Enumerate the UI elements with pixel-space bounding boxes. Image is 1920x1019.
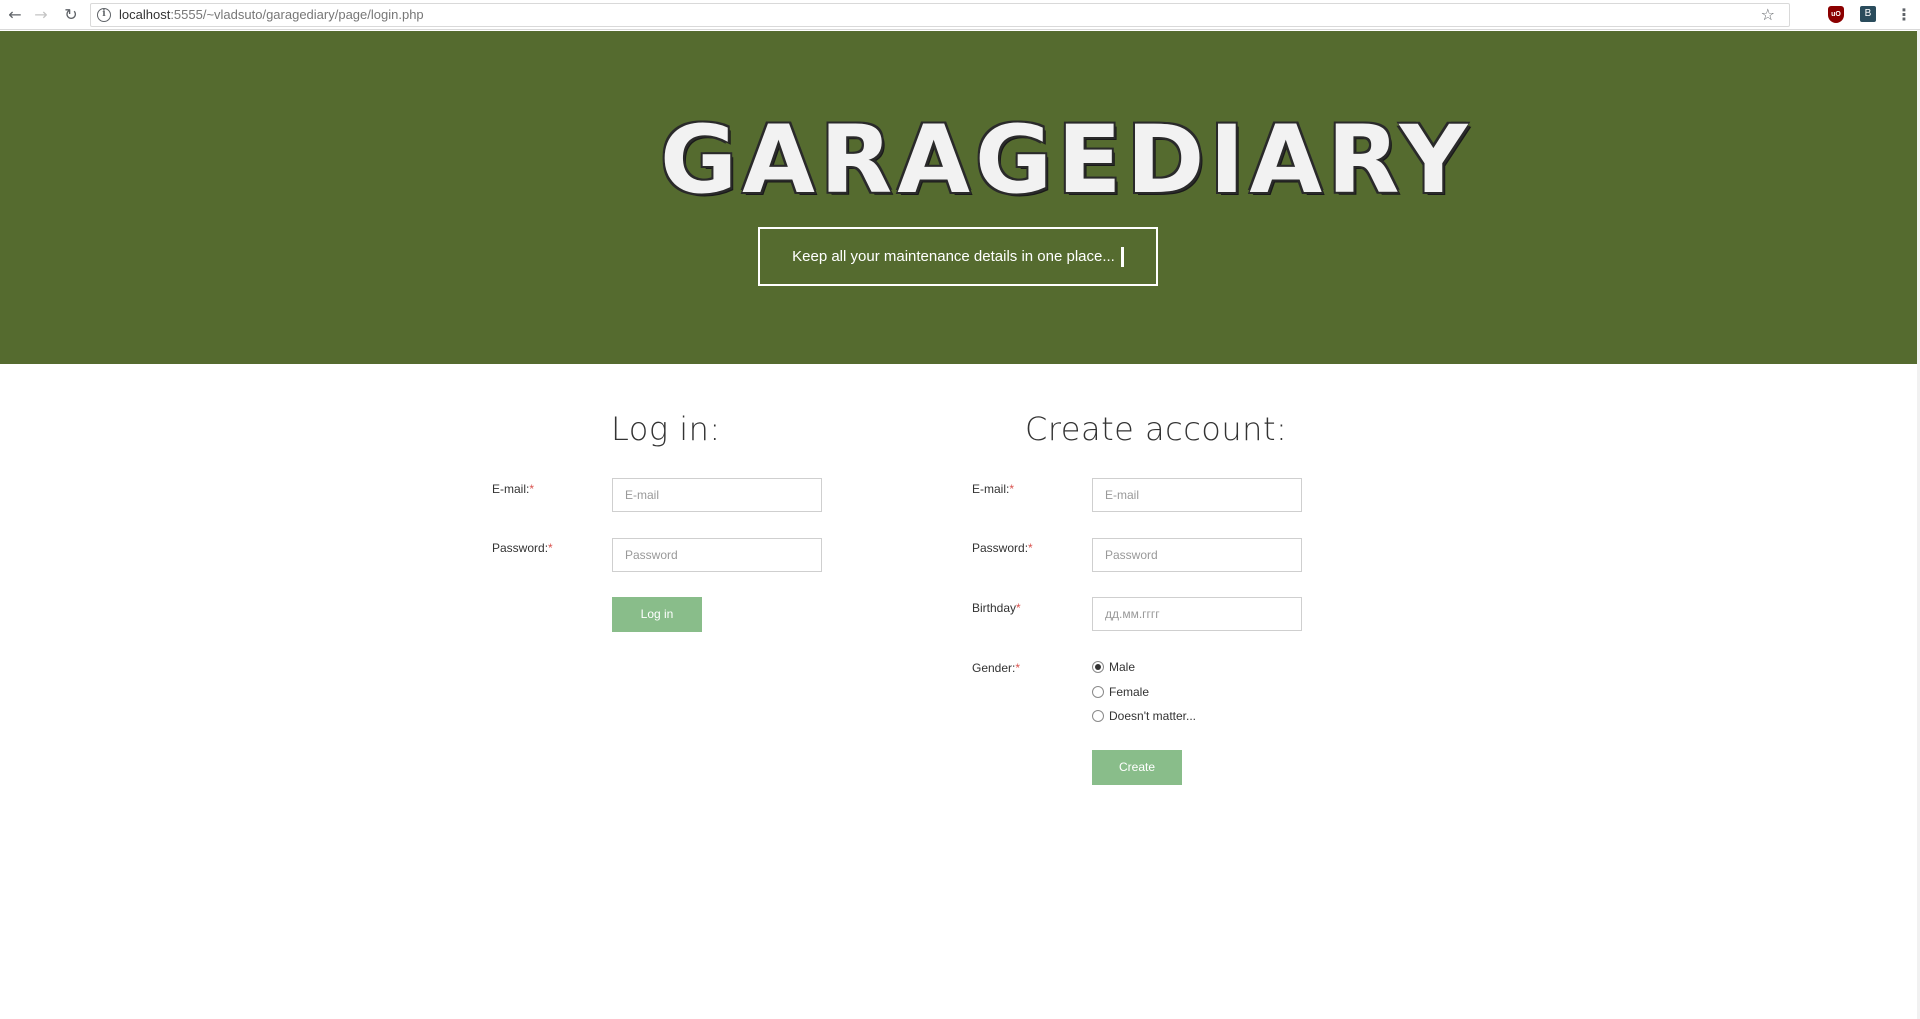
gender-option-label: Doesn't matter... xyxy=(1109,709,1196,723)
site-logo: GARAGEDIARY xyxy=(660,106,1473,215)
login-email-input[interactable]: E-mail xyxy=(612,478,822,512)
register-email-label-text: E-mail: xyxy=(972,482,1010,496)
register-password-label: Password:* xyxy=(972,541,1033,555)
gender-option-label: Male xyxy=(1109,660,1136,674)
login-button[interactable]: Log in xyxy=(612,597,702,632)
site-info-icon[interactable]: i xyxy=(97,8,111,22)
bookmark-star-icon[interactable]: ☆ xyxy=(1761,6,1775,24)
browser-menu-icon[interactable]: ⋮ xyxy=(1896,4,1912,26)
radio-unchecked-icon[interactable] xyxy=(1092,710,1104,722)
address-bar[interactable]: i localhost:5555/~vladsuto/garagediary/p… xyxy=(90,3,1790,27)
birthday-label: Birthday* xyxy=(972,601,1021,615)
ublock-extension-icon[interactable]: uO xyxy=(1828,6,1844,23)
required-mark: * xyxy=(1016,601,1021,615)
gender-option-label: Female xyxy=(1109,685,1150,699)
required-mark: * xyxy=(529,482,535,496)
required-mark: * xyxy=(1028,541,1033,555)
extension-icon[interactable]: B xyxy=(1860,6,1876,22)
create-account-button[interactable]: Create xyxy=(1092,750,1182,785)
login-password-label-text: Password: xyxy=(492,541,549,555)
login-password-input[interactable]: Password xyxy=(612,538,822,572)
birthday-date-input[interactable]: дд.мм.гггг xyxy=(1092,597,1302,631)
birthday-label-text: Birthday xyxy=(972,601,1017,615)
login-email-label-text: E-mail: xyxy=(492,482,530,496)
browser-toolbar: ← → ↻ i localhost:5555/~vladsuto/garaged… xyxy=(0,0,1920,30)
reload-icon[interactable]: ↻ xyxy=(60,4,82,26)
url-text[interactable]: localhost:5555/~vladsuto/garagediary/pag… xyxy=(119,7,424,22)
required-mark: * xyxy=(548,541,553,555)
register-password-input[interactable]: Password xyxy=(1092,538,1302,572)
url-path: :5555/~vladsuto/garagediary/page/login.p… xyxy=(170,7,424,22)
register-email-label: E-mail:* xyxy=(972,482,1014,496)
url-host: localhost xyxy=(119,7,171,22)
forward-arrow-icon[interactable]: → xyxy=(30,4,52,26)
tagline-text: Keep all your maintenance details in one… xyxy=(792,248,1115,265)
gender-label: Gender:* xyxy=(972,661,1020,675)
typing-caret-icon xyxy=(1120,247,1124,268)
gender-label-text: Gender: xyxy=(972,661,1016,675)
back-arrow-icon[interactable]: ← xyxy=(4,4,26,26)
login-email-label: E-mail:* xyxy=(492,482,534,496)
register-title: Create account: xyxy=(1025,410,1288,448)
required-mark: * xyxy=(1009,482,1015,496)
register-email-input[interactable]: E-mail xyxy=(1092,478,1302,512)
register-password-label-text: Password: xyxy=(972,541,1029,555)
login-password-label: Password:* xyxy=(492,541,553,555)
radio-unchecked-icon[interactable] xyxy=(1092,686,1104,698)
radio-checked-icon[interactable] xyxy=(1092,661,1104,673)
required-mark: * xyxy=(1015,661,1021,675)
login-title: Log in: xyxy=(611,410,721,448)
tagline-box: Keep all your maintenance details in one… xyxy=(758,227,1158,286)
hero-banner: GARAGEDIARY Keep all your maintenance de… xyxy=(0,31,1917,364)
